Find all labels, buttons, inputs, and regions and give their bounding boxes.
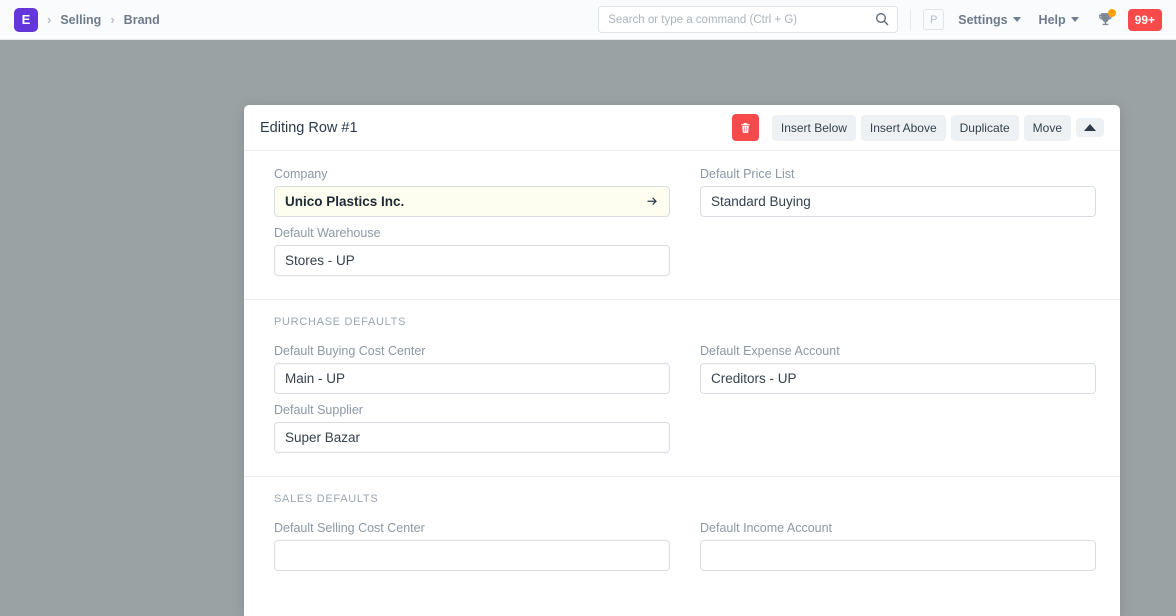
chevron-down-icon bbox=[1070, 17, 1079, 22]
move-button[interactable]: Move bbox=[1023, 114, 1071, 141]
field-company: Company Unico Plastics Inc. bbox=[274, 167, 670, 217]
default-price-list-input[interactable]: Standard Buying bbox=[700, 186, 1096, 217]
notification-badge[interactable]: 99+ bbox=[1127, 8, 1162, 31]
duplicate-button[interactable]: Duplicate bbox=[950, 114, 1019, 141]
help-label: Help bbox=[1038, 12, 1066, 27]
field-default-buying-cost-center: Default Buying Cost Center Main - UP bbox=[274, 344, 670, 394]
app-logo-icon[interactable]: E bbox=[14, 7, 38, 32]
trash-icon bbox=[741, 122, 750, 133]
section-grid: Default Buying Cost Center Main - UP Def… bbox=[274, 344, 1096, 462]
section-purchase-defaults: PURCHASE DEFAULTS Default Buying Cost Ce… bbox=[244, 299, 1120, 476]
field-default-income-account: Default Income Account bbox=[700, 521, 1096, 571]
field-label: Company bbox=[274, 167, 328, 181]
company-value: Unico Plastics Inc. bbox=[285, 194, 405, 209]
breadcrumb-selling[interactable]: Selling bbox=[60, 13, 101, 27]
top-navbar: E › Selling › Brand P Settings Help 99+ bbox=[0, 0, 1176, 40]
section-general: Company Unico Plastics Inc. Default Ware… bbox=[244, 151, 1120, 299]
column-left: Company Unico Plastics Inc. Default Ware… bbox=[274, 167, 670, 285]
dialog-title: Editing Row #1 bbox=[260, 119, 358, 136]
search-icon bbox=[876, 13, 889, 26]
global-search[interactable] bbox=[598, 6, 899, 33]
insert-below-button[interactable]: Insert Below bbox=[771, 114, 856, 141]
field-label: Default Selling Cost Center bbox=[274, 521, 425, 535]
column-right: Default Price List Standard Buying bbox=[700, 167, 1096, 285]
help-menu[interactable]: Help bbox=[1039, 13, 1079, 27]
breadcrumb-chevron-icon: › bbox=[47, 12, 52, 27]
breadcrumb-chevron-icon: › bbox=[110, 12, 115, 27]
chevron-up-icon bbox=[1084, 124, 1096, 131]
achievements-button[interactable] bbox=[1097, 9, 1116, 28]
field-label: Default Warehouse bbox=[274, 226, 381, 240]
delete-row-button[interactable] bbox=[731, 114, 759, 141]
default-selling-cost-center-input[interactable] bbox=[274, 540, 670, 571]
default-income-account-input[interactable] bbox=[700, 540, 1096, 571]
breadcrumb-brand[interactable]: Brand bbox=[124, 13, 160, 27]
section-heading: PURCHASE DEFAULTS bbox=[274, 316, 407, 328]
company-input[interactable]: Unico Plastics Inc. bbox=[274, 186, 670, 217]
section-grid: Company Unico Plastics Inc. Default Ware… bbox=[274, 167, 1096, 285]
field-label: Default Buying Cost Center bbox=[274, 344, 426, 358]
section-grid: Default Selling Cost Center Default Inco… bbox=[274, 521, 1096, 580]
edit-row-dialog: Editing Row #1 Insert Below Insert Above… bbox=[244, 105, 1120, 616]
field-label: Default Income Account bbox=[700, 521, 833, 535]
collapse-button[interactable] bbox=[1076, 118, 1104, 137]
default-warehouse-input[interactable]: Stores - UP bbox=[274, 245, 670, 276]
default-buying-cost-center-input[interactable]: Main - UP bbox=[274, 363, 670, 394]
chevron-down-icon bbox=[1012, 17, 1021, 22]
settings-label: Settings bbox=[958, 12, 1008, 27]
field-label: Default Supplier bbox=[274, 403, 363, 417]
column-right: Default Income Account bbox=[700, 521, 1096, 580]
open-link-arrow-icon[interactable] bbox=[645, 194, 660, 209]
default-expense-account-input[interactable]: Creditors - UP bbox=[700, 363, 1096, 394]
field-default-expense-account: Default Expense Account Creditors - UP bbox=[700, 344, 1096, 394]
section-sales-defaults: SALES DEFAULTS Default Selling Cost Cent… bbox=[244, 476, 1120, 594]
field-default-price-list: Default Price List Standard Buying bbox=[700, 167, 1096, 217]
search-input[interactable] bbox=[598, 6, 899, 33]
field-label: Default Expense Account bbox=[700, 344, 840, 358]
section-heading: SALES DEFAULTS bbox=[274, 493, 379, 505]
field-default-warehouse: Default Warehouse Stores - UP bbox=[274, 226, 670, 276]
insert-above-button[interactable]: Insert Above bbox=[860, 114, 946, 141]
avatar[interactable]: P bbox=[923, 9, 945, 30]
field-default-selling-cost-center: Default Selling Cost Center bbox=[274, 521, 670, 571]
column-right: Default Expense Account Creditors - UP bbox=[700, 344, 1096, 462]
column-left: Default Buying Cost Center Main - UP Def… bbox=[274, 344, 670, 462]
notification-dot-icon bbox=[1107, 9, 1116, 17]
dialog-header: Editing Row #1 Insert Below Insert Above… bbox=[244, 105, 1120, 151]
column-left: Default Selling Cost Center bbox=[274, 521, 670, 580]
dialog-body: Company Unico Plastics Inc. Default Ware… bbox=[244, 151, 1120, 594]
field-default-supplier: Default Supplier Super Bazar bbox=[274, 403, 670, 453]
field-label: Default Price List bbox=[700, 167, 795, 181]
default-supplier-input[interactable]: Super Bazar bbox=[274, 422, 670, 453]
settings-menu[interactable]: Settings bbox=[958, 12, 1021, 27]
navbar-divider bbox=[910, 8, 912, 31]
